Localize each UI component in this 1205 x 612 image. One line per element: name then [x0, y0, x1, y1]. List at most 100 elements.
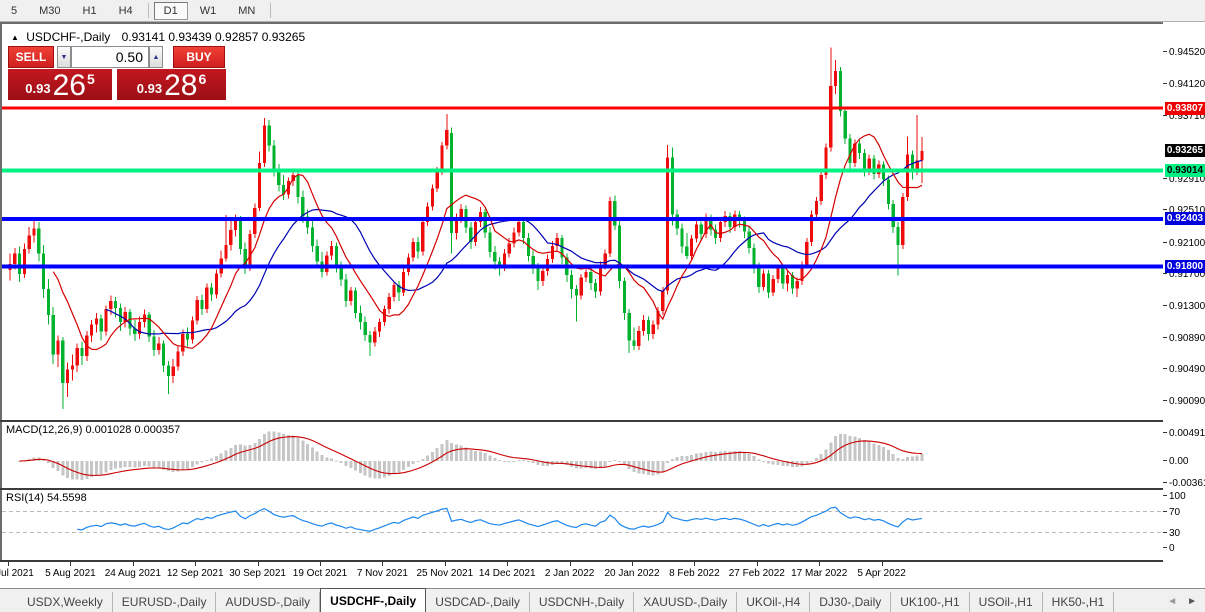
- candle: [892, 200, 895, 233]
- candle: [330, 241, 333, 260]
- candle: [373, 327, 376, 347]
- candle: [210, 283, 213, 301]
- chart-ohlc-values: 0.93141 0.93439 0.92857 0.93265: [122, 30, 306, 44]
- candle: [133, 320, 136, 341]
- candle: [647, 317, 650, 341]
- candle: [172, 359, 175, 383]
- tab-scroll-right-icon[interactable]: ►: [1187, 596, 1197, 607]
- chart-tab-xauusd-daily[interactable]: XAUUSD-,Daily: [634, 592, 737, 612]
- rsi-axis-tick: 30: [1163, 528, 1180, 539]
- rsi-axis-tick: 70: [1163, 507, 1180, 518]
- one-click-trade-panel: SELL ▼ 0.50 ▲ BUY 0.93 26 5 0.93 28 6: [8, 46, 226, 100]
- price-axis-tick: 0.94520: [1163, 47, 1205, 58]
- date-axis-label: 20 Jan 2022: [604, 568, 659, 579]
- candle: [748, 227, 751, 254]
- price-axis-tick: 0.91300: [1163, 301, 1205, 312]
- volume-decrease-button[interactable]: ▼: [57, 46, 71, 68]
- candle: [359, 306, 362, 330]
- candle: [205, 284, 208, 313]
- candle: [613, 195, 616, 230]
- candle: [23, 243, 26, 278]
- sell-button[interactable]: SELL: [8, 46, 54, 68]
- chart-tab-dj30-daily[interactable]: DJ30-,Daily: [810, 592, 891, 612]
- buy-button[interactable]: BUY: [173, 46, 225, 68]
- candle: [450, 128, 453, 254]
- timeframe-button-m30[interactable]: M30: [29, 2, 70, 20]
- chart-symbol-label: USDCHF-,Daily: [26, 30, 110, 44]
- candle: [628, 309, 631, 353]
- date-axis-tick: [694, 562, 695, 566]
- date-axis-label: 24 Aug 2021: [105, 568, 161, 579]
- candle: [186, 328, 189, 347]
- date-axis-tick: [70, 562, 71, 566]
- timeframe-button-w1[interactable]: W1: [190, 2, 227, 20]
- timeframe-button-d1[interactable]: D1: [154, 2, 188, 20]
- chart-tab-ukoil-h4[interactable]: UKOil-,H4: [737, 592, 810, 612]
- chart-tab-usdcad-daily[interactable]: USDCAD-,Daily: [426, 592, 530, 612]
- volume-input[interactable]: 0.50: [71, 46, 149, 68]
- buy-price-quote[interactable]: 0.93 28 6: [117, 69, 226, 100]
- chart-tab-audusd-daily[interactable]: AUDUSD-,Daily: [216, 592, 320, 612]
- candle: [277, 164, 280, 192]
- tab-scroll-arrows: ◄►: [1167, 589, 1197, 612]
- candle: [911, 150, 914, 179]
- macd-panel-divider[interactable]: [0, 420, 1205, 422]
- candle: [796, 277, 799, 297]
- date-axis-label: 30 Sep 2021: [229, 568, 286, 579]
- chart-tab-uk100-h1[interactable]: UK100-,H1: [891, 592, 969, 612]
- candle: [239, 216, 242, 255]
- price-badge: 0.93265: [1165, 144, 1205, 157]
- candle: [469, 222, 472, 249]
- chart-tab-hk50-h1[interactable]: HK50-,H1: [1043, 592, 1115, 612]
- chart-tab-usdx-weekly[interactable]: USDX,Weekly: [18, 592, 113, 612]
- candle: [824, 143, 827, 178]
- date-axis-label: 19 Oct 2021: [293, 568, 347, 579]
- toolbar-separator: [148, 3, 149, 18]
- candle: [416, 237, 419, 258]
- candle: [368, 331, 371, 356]
- candle: [124, 307, 127, 327]
- candle: [652, 321, 655, 339]
- collapse-panel-icon[interactable]: ▲: [11, 33, 19, 42]
- chart-tab-eurusd-daily[interactable]: EURUSD-,Daily: [113, 592, 217, 612]
- rsi-indicator-canvas[interactable]: [2, 490, 1163, 560]
- timeframe-button-mn[interactable]: MN: [228, 2, 265, 20]
- tab-scroll-left-icon[interactable]: ◄: [1167, 596, 1177, 607]
- candle: [426, 202, 429, 226]
- chart-tab-usoil-h1[interactable]: USOil-,H1: [970, 592, 1043, 612]
- timeframe-button-h1[interactable]: H1: [73, 2, 107, 20]
- rsi-panel-divider[interactable]: [0, 488, 1205, 490]
- chart-tab-usdcnh-daily[interactable]: USDCNH-,Daily: [530, 592, 634, 612]
- price-axis[interactable]: 0.945200.941200.937100.929100.925100.921…: [1163, 22, 1205, 562]
- candle: [637, 326, 640, 350]
- candle: [512, 228, 515, 248]
- price-badge: 0.92403: [1165, 212, 1205, 225]
- timeframe-button-5[interactable]: 5: [1, 2, 27, 20]
- sell-price-quote[interactable]: 0.93 26 5: [8, 69, 112, 100]
- chart-tab-usdchf-daily[interactable]: USDCHF-,Daily: [320, 588, 426, 612]
- timeframe-toolbar: 5M30H1H4 D1W1MN: [0, 0, 1205, 22]
- candle: [445, 114, 448, 149]
- candle: [421, 219, 424, 255]
- candle: [575, 285, 578, 321]
- candle: [714, 225, 717, 245]
- candle: [920, 137, 923, 183]
- date-axis-tick: [819, 562, 820, 566]
- date-axis-label: 5 Aug 2021: [45, 568, 96, 579]
- rsi-label: RSI(14) 54.5598: [6, 492, 87, 504]
- candle: [263, 118, 266, 167]
- date-axis-label: 18 Jul 2021: [0, 568, 34, 579]
- candle: [229, 221, 232, 251]
- date-axis-tick: [570, 562, 571, 566]
- candle: [762, 269, 765, 290]
- price-badge: 0.93014: [1165, 164, 1205, 177]
- timeframe-button-h4[interactable]: H4: [109, 2, 143, 20]
- date-axis[interactable]: 18 Jul 20215 Aug 202124 Aug 202112 Sep 2…: [0, 562, 1163, 588]
- ma-fast-line: [53, 134, 922, 349]
- volume-increase-button[interactable]: ▲: [149, 46, 163, 68]
- macd-axis-tick: 0.00: [1163, 456, 1188, 467]
- candle: [805, 238, 808, 269]
- candle: [752, 243, 755, 273]
- candle: [378, 318, 381, 337]
- candle: [594, 279, 597, 298]
